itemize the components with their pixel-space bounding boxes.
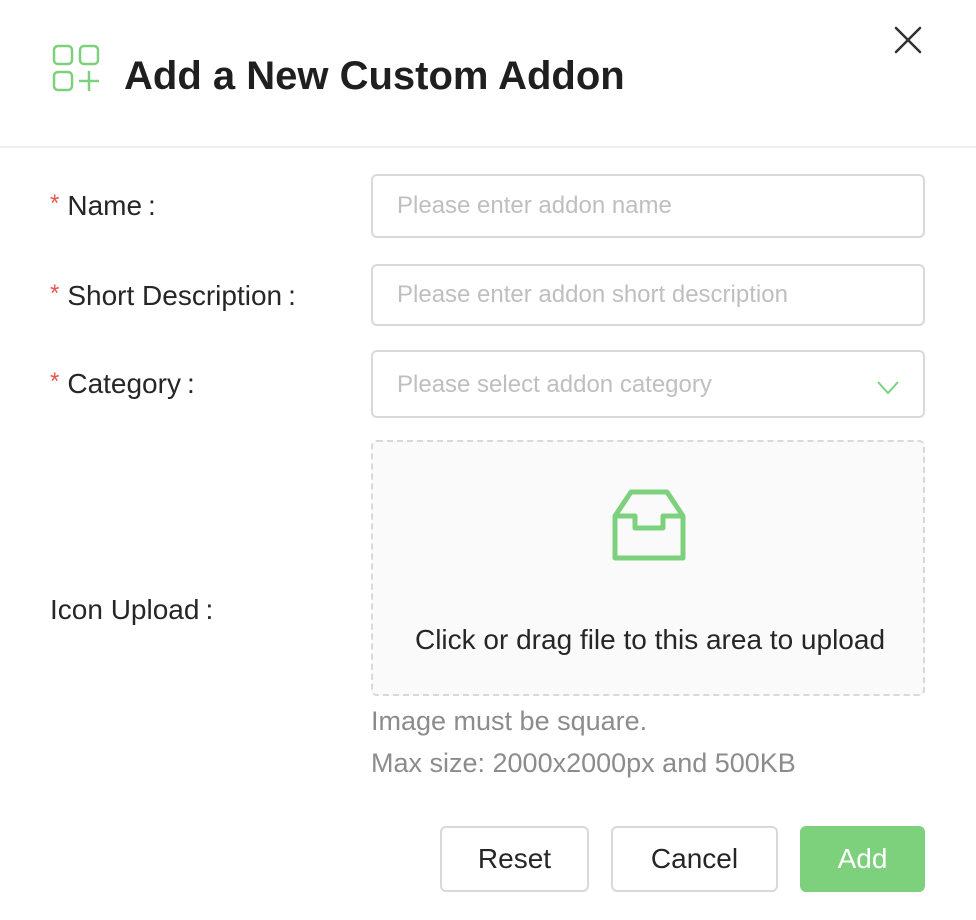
dialog-title: Add a New Custom Addon — [124, 54, 625, 98]
chevron-down-icon — [877, 381, 899, 395]
required-mark: * — [50, 280, 60, 307]
name-label: * Name: — [50, 188, 156, 224]
required-mark: * — [50, 190, 60, 217]
add-button[interactable]: Add — [800, 826, 925, 892]
app-add-icon — [52, 44, 100, 92]
icon-upload-label: Icon Upload: — [50, 592, 213, 628]
short-description-input[interactable] — [371, 264, 925, 326]
short-description-label-text: Short Description — [67, 280, 283, 311]
label-colon: : — [186, 368, 195, 399]
category-label-text: Category — [67, 368, 181, 399]
label-colon: : — [288, 280, 296, 311]
icon-upload-dropzone[interactable]: Click or drag file to this area to uploa… — [371, 440, 925, 696]
required-mark: * — [50, 368, 60, 395]
upload-hint-max-size: Max size: 2000x2000px and 500KB — [371, 748, 796, 778]
upload-hint-square: Image must be square. — [371, 706, 648, 736]
icon-upload-label-text: Icon Upload — [50, 594, 200, 625]
label-colon: : — [205, 594, 214, 625]
dialog-header: Add a New Custom Addon — [0, 0, 976, 148]
cancel-button[interactable]: Cancel — [611, 826, 778, 892]
label-colon: : — [148, 190, 156, 221]
category-label: * Category: — [50, 366, 195, 402]
category-select[interactable]: Please select addon category — [371, 350, 925, 418]
dropzone-text: Click or drag file to this area to uploa… — [414, 624, 886, 655]
short-description-label: * Short Description: — [50, 278, 296, 314]
name-label-text: Name — [67, 190, 143, 221]
add-addon-dialog: Add a New Custom Addon * Name: * Short Des… — [0, 0, 976, 920]
reset-button[interactable]: Reset — [440, 826, 589, 892]
close-icon[interactable] — [890, 22, 926, 58]
inbox-icon — [612, 489, 686, 561]
name-input[interactable] — [371, 174, 925, 238]
category-select-placeholder: Please select addon category — [397, 371, 712, 398]
